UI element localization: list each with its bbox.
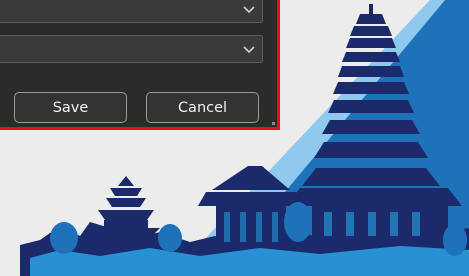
resize-grip-icon[interactable] <box>272 122 275 125</box>
settings-dialog: Save Cancel <box>0 0 280 130</box>
chevron-down-icon <box>243 46 255 54</box>
save-button[interactable]: Save <box>14 92 127 123</box>
dropdown-1[interactable] <box>0 0 263 23</box>
cancel-button[interactable]: Cancel <box>146 92 259 123</box>
chevron-down-icon <box>243 6 255 14</box>
dropdown-2[interactable] <box>0 35 263 63</box>
